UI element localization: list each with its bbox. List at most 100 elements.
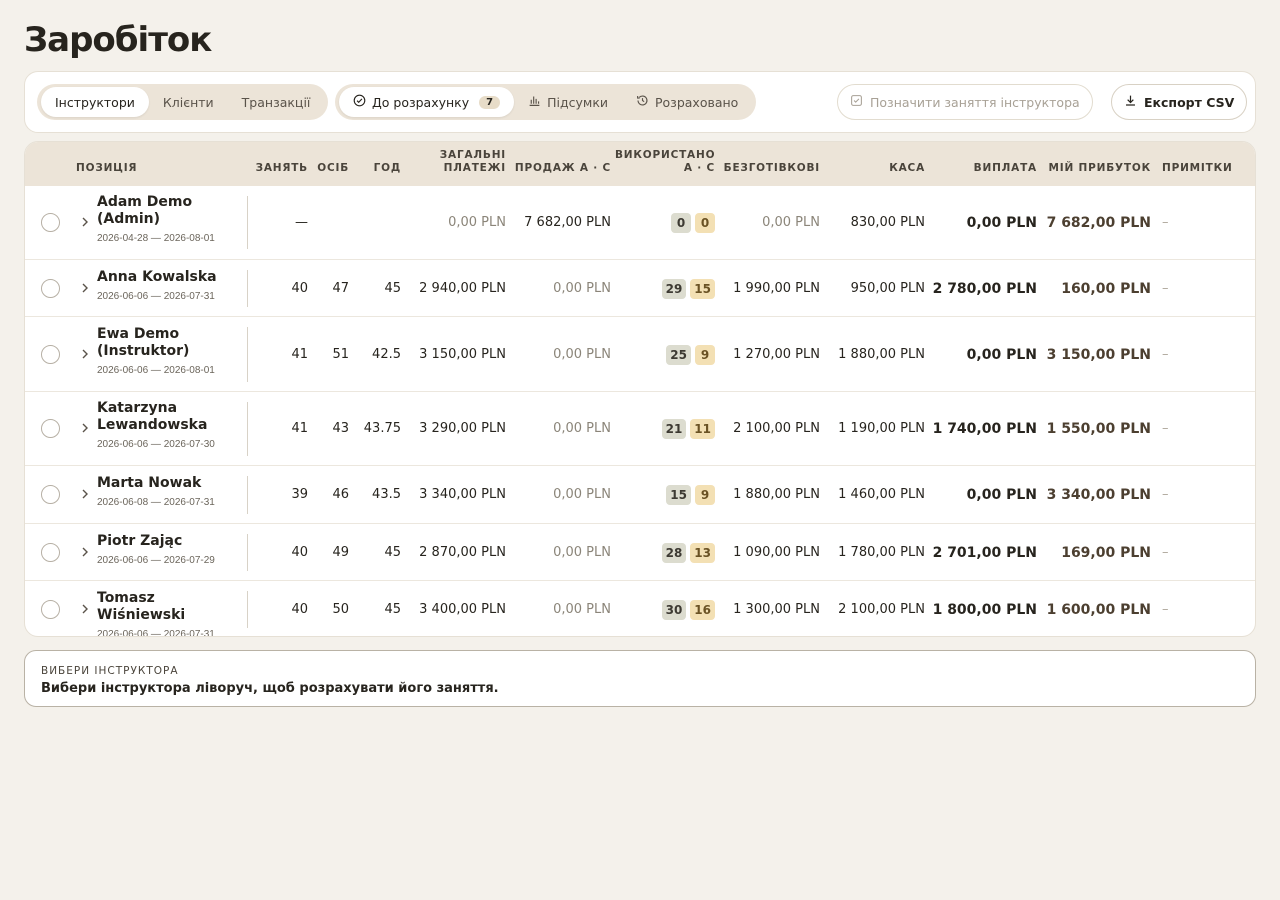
instructor-name-text: Ewa Demo (Instruktor) (97, 325, 190, 359)
cell-used: 28 13 (615, 542, 715, 563)
cell-notes[interactable]: – (1162, 281, 1222, 296)
view-tabs: Інструктори Клієнти Транзакції (37, 84, 329, 120)
col-cash[interactable]: Каса (825, 162, 925, 175)
tab-summaries[interactable]: Підсумки (514, 87, 622, 117)
table-row[interactable]: Katarzyna Lewandowska 2026-06-06 — 2026-0… (25, 391, 1255, 465)
table-row[interactable]: Ewa Demo (Instruktor) 2026-06-06 — 2026-0… (25, 316, 1255, 391)
cell-profit: 3 150,00 PLN (1046, 346, 1151, 363)
cell-hours: 45 (384, 601, 401, 617)
cell-total-payments: 2 940,00 PLN (419, 280, 506, 296)
used-c-pill: 0 (695, 212, 715, 233)
tab-settled[interactable]: Розраховано (622, 87, 752, 117)
col-sales[interactable]: Продаж А · С (511, 162, 611, 175)
mark-lessons-label: Позначити заняття інструктора (870, 94, 1080, 110)
cell-notes[interactable]: – (1162, 347, 1222, 362)
chevron-right-icon[interactable] (80, 216, 90, 228)
cell-notes[interactable]: – (1162, 421, 1222, 436)
col-total-payments[interactable]: Загальні платежі (410, 149, 506, 175)
row-select-radio[interactable] (41, 278, 60, 298)
instructor-name: Adam Demo (Admin) 2026-04-28 — 2026-08-01 (97, 194, 247, 247)
cell-used: 00 (615, 212, 715, 233)
instructor-name: Piotr Zając 2026-06-06 — 2026-07-29 (97, 533, 247, 569)
cell-notes[interactable]: – (1162, 602, 1222, 617)
used-c-pill: 15 (690, 278, 715, 299)
row-select-radio[interactable] (41, 542, 60, 562)
table-row[interactable]: Adam Demo (Admin) 2026-04-28 — 2026-08-01… (25, 186, 1255, 259)
chevron-right-icon[interactable] (80, 422, 90, 434)
status-tabs: До розрахунку 7 Підсумки Розраховано (335, 84, 757, 120)
row-select-radio[interactable] (41, 599, 60, 619)
instructor-name: Anna Kowalska 2026-06-06 — 2026-07-31 (97, 269, 247, 305)
used-a-pill: 30 (661, 599, 687, 620)
cell-sales: 0,00 PLN (553, 544, 611, 560)
count-badge: 7 (479, 95, 501, 109)
col-used-line2: А · С (683, 162, 715, 174)
mark-lessons-button[interactable]: Позначити заняття інструктора (837, 84, 1093, 120)
used-c-pill: 13 (690, 542, 715, 563)
cell-profit: 169,00 PLN (1061, 544, 1151, 561)
cell-notes[interactable]: – (1162, 545, 1222, 560)
tab-clients[interactable]: Клієнти (149, 87, 228, 117)
cell-payout: 0,00 PLN (966, 346, 1037, 363)
table-header: Позиція Занять Осіб Год Загальні платежі… (25, 142, 1255, 186)
download-icon (1124, 94, 1137, 110)
cell-lessons: 40 (291, 280, 308, 296)
chevron-right-icon[interactable] (80, 603, 90, 615)
col-cashless[interactable]: Безготівкові (720, 162, 820, 175)
used-c-pill: 9 (695, 344, 715, 365)
col-total-payments-line1: Загальні (439, 149, 506, 161)
cell-people: 43 (332, 421, 349, 436)
table-row[interactable]: Anna Kowalska 2026-06-06 — 2026-07-31 40 47… (25, 259, 1255, 316)
col-notes[interactable]: Примітки (1162, 162, 1233, 175)
tab-summaries-label: Підсумки (547, 94, 608, 110)
table-row[interactable]: Tomasz Wiśniewski 2026-06-06 — 2026-07-31… (25, 580, 1255, 636)
used-a-pill: 25 (666, 344, 691, 365)
export-csv-label: Експорт CSV (1144, 94, 1235, 110)
row-select-radio[interactable] (41, 344, 60, 364)
col-position[interactable]: Позиція (76, 162, 137, 175)
cell-sales: 0,00 PLN (553, 601, 611, 617)
cell-lessons: — (295, 214, 308, 230)
cell-profit: 7 682,00 PLN (1046, 214, 1151, 231)
col-hours[interactable]: Год (355, 162, 401, 175)
col-people[interactable]: Осіб (309, 162, 349, 175)
instructors-table: Позиція Занять Осіб Год Загальні платежі… (24, 141, 1256, 637)
cell-cashless: 1 880,00 PLN (733, 487, 820, 502)
col-profit[interactable]: Мій прибуток (1041, 162, 1151, 175)
cell-total-payments: 3 150,00 PLN (419, 346, 506, 362)
row-select-radio[interactable] (41, 419, 60, 438)
cell-notes[interactable]: – (1162, 215, 1222, 230)
tab-to-settle[interactable]: До розрахунку 7 (339, 87, 515, 117)
cell-notes[interactable]: – (1162, 487, 1222, 502)
chevron-right-icon[interactable] (80, 488, 90, 500)
cell-cash: 1 460,00 PLN (838, 487, 925, 502)
col-payout[interactable]: Виплата (931, 162, 1037, 175)
cell-used: 21 11 (615, 419, 715, 439)
tab-to-settle-label: До розрахунку (372, 94, 470, 110)
table-row[interactable]: Marta Nowak 2026-06-08 — 2026-07-31 39 46 43… (25, 465, 1255, 523)
col-lessons[interactable]: Занять (245, 162, 308, 175)
hint-title: Вибери інструктора (41, 665, 179, 677)
cell-sales: 0,00 PLN (553, 280, 611, 296)
row-select-radio[interactable] (41, 485, 60, 504)
chevron-right-icon[interactable] (80, 348, 90, 360)
instructor-period: 2026-06-06 — 2026-07-29 (97, 554, 215, 566)
used-a-pill: 29 (661, 278, 687, 299)
col-used[interactable]: Використано А · С (615, 149, 715, 175)
cell-lessons: 39 (291, 487, 308, 502)
cell-total-payments: 0,00 PLN (448, 214, 506, 230)
tab-transactions[interactable]: Транзакції (228, 87, 325, 117)
tab-instructors[interactable]: Інструктори (41, 87, 149, 117)
instructor-period: 2026-04-28 — 2026-08-01 (97, 232, 215, 244)
cell-sales: 0,00 PLN (553, 487, 611, 502)
instructor-name: Ewa Demo (Instruktor) 2026-06-06 — 2026-0… (97, 326, 247, 379)
export-csv-button[interactable]: Експорт CSV (1111, 84, 1248, 120)
cell-payout: 2 701,00 PLN (932, 544, 1037, 561)
cell-used: 15 9 (615, 485, 715, 505)
chevron-right-icon[interactable] (80, 546, 90, 558)
table-row[interactable]: Piotr Zając 2026-06-06 — 2026-07-29 40 49 45… (25, 523, 1255, 580)
cell-people: 50 (332, 601, 349, 617)
cell-lessons: 40 (291, 601, 308, 617)
row-select-radio[interactable] (41, 212, 60, 232)
chevron-right-icon[interactable] (80, 282, 90, 294)
